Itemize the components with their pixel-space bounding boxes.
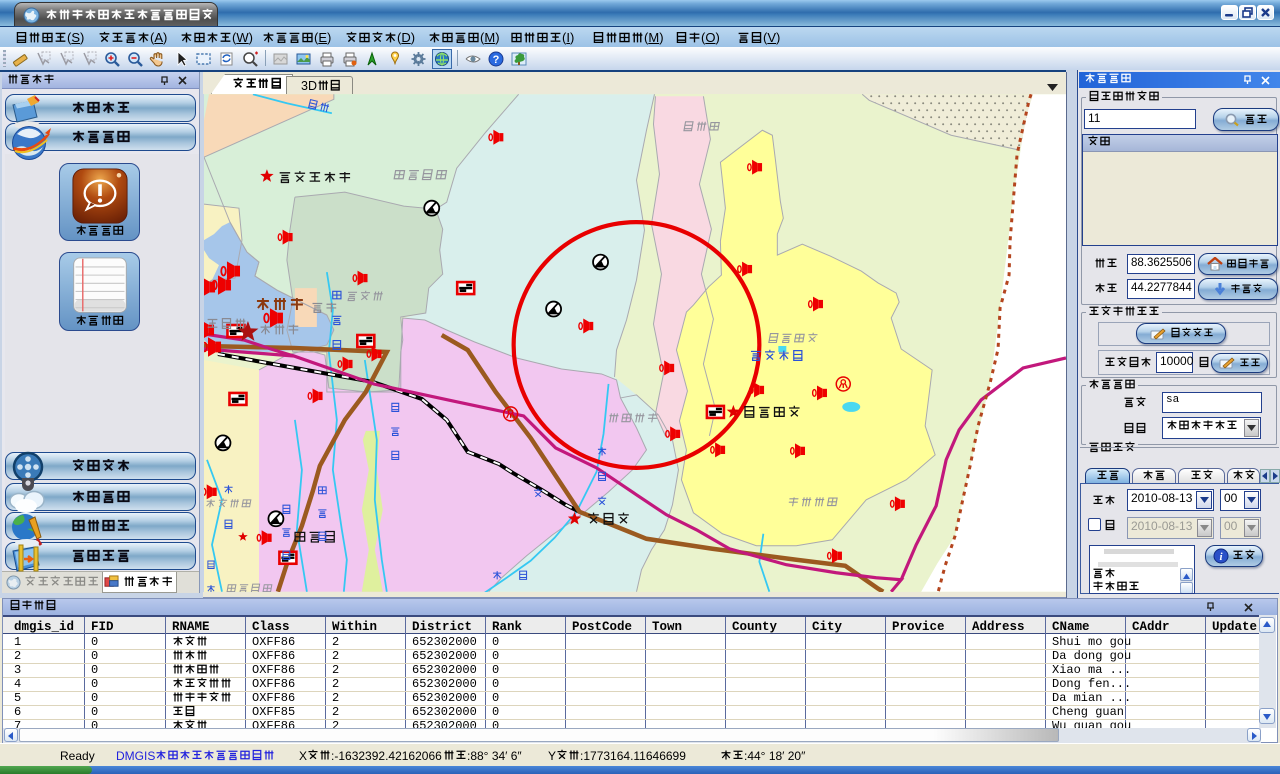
svg-text:?: ?: [493, 54, 500, 66]
